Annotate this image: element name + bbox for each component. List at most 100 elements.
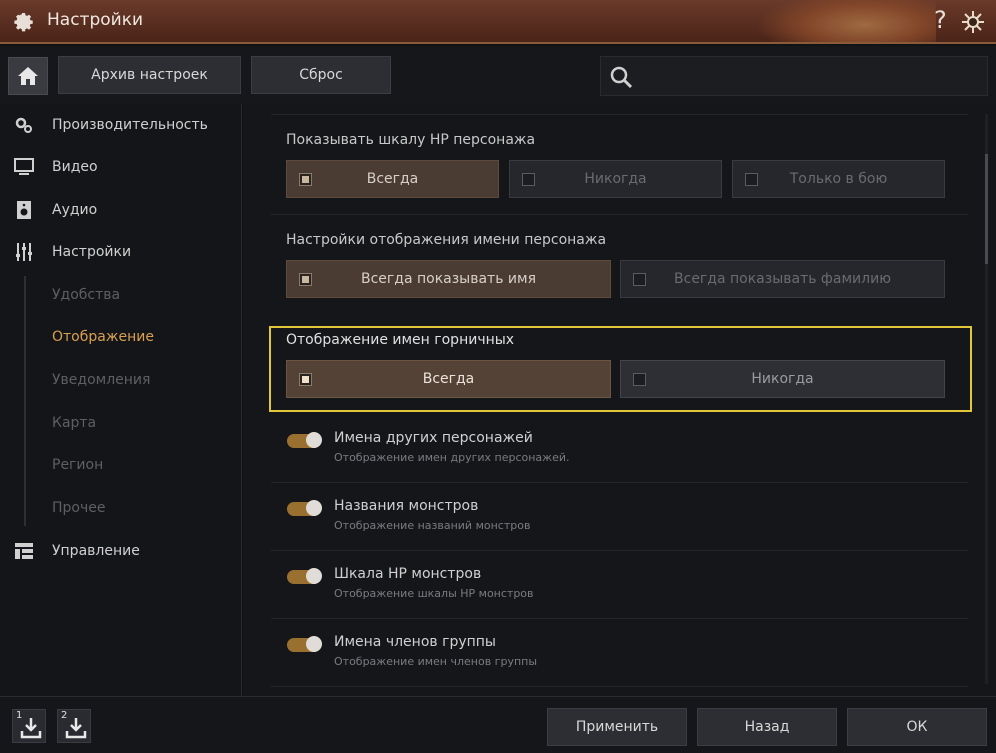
monitor-icon — [14, 158, 34, 175]
sidebar-item-label: Удобства — [52, 287, 121, 303]
toggle-label: Шкала HP монстров — [334, 566, 482, 582]
window-title: Настройки — [47, 10, 144, 30]
toggle-row-other-names: Имена других персонажей Отображение имен… — [287, 430, 967, 480]
help-icon[interactable]: ? — [934, 6, 947, 34]
toggle-knob — [306, 500, 322, 516]
sidebar: Производительность Видео Аудио Настройки… — [0, 104, 242, 696]
sidebar-item-notifications[interactable]: Уведомления — [0, 365, 241, 395]
toolbar: Архив настроек Сброс — [0, 46, 996, 104]
scrollbar-thumb[interactable] — [985, 154, 988, 264]
sidebar-item-label: Прочее — [52, 500, 106, 516]
toggle-description: Отображение названий монстров — [334, 519, 531, 532]
tree-line — [24, 276, 26, 526]
section-title-name-display: Настройки отображения имени персонажа — [286, 232, 607, 248]
sidebar-item-label: Видео — [52, 159, 98, 175]
sidebar-item-settings[interactable]: Настройки — [0, 237, 241, 267]
divider — [271, 482, 968, 483]
speaker-icon — [17, 201, 31, 219]
back-button[interactable]: Назад — [697, 708, 837, 746]
save-slot-2-button[interactable]: 2 — [57, 709, 91, 743]
layout-icon — [15, 543, 33, 559]
divider — [271, 686, 968, 687]
option-maid-never[interactable]: Никогда — [620, 360, 945, 398]
option-label: Всегда — [422, 371, 475, 387]
sliders-icon — [16, 243, 32, 261]
toggle-switch[interactable] — [287, 432, 322, 448]
toggle-switch[interactable] — [287, 568, 322, 584]
sidebar-item-label: Аудио — [52, 202, 98, 218]
toggle-knob — [306, 568, 322, 584]
checkbox — [299, 273, 312, 286]
settings-archive-button[interactable]: Архив настроек — [58, 56, 241, 94]
title-bar: Настройки ? — [0, 0, 996, 44]
home-button[interactable] — [8, 57, 48, 95]
footer: 1 2 Применить Назад ОК — [0, 696, 996, 753]
settings-panel: Показывать шкалу HP персонажа Всегда Ник… — [243, 104, 996, 696]
download-icon — [65, 718, 87, 739]
toggle-description: Отображение шкалы HP монстров — [334, 587, 534, 600]
option-hp-combat-only[interactable]: Только в бою — [732, 160, 945, 198]
toggle-description: Отображение имен членов группы — [334, 655, 538, 668]
download-icon — [20, 718, 42, 739]
toggle-row-party-names: Имена членов группы Отображение имен чле… — [287, 634, 967, 684]
search-icon — [610, 66, 633, 89]
checkbox — [745, 173, 758, 186]
sidebar-item-controls[interactable]: Управление — [0, 536, 241, 566]
option-label: Никогда — [584, 171, 647, 187]
option-show-family-name[interactable]: Всегда показывать фамилию — [620, 260, 945, 298]
checkbox — [633, 373, 646, 386]
sidebar-item-map[interactable]: Карта — [0, 408, 241, 438]
checkbox — [299, 373, 312, 386]
home-icon — [18, 67, 38, 85]
sidebar-item-convenience[interactable]: Удобства — [0, 280, 241, 310]
save-slot-1-button[interactable]: 1 — [12, 709, 46, 743]
sidebar-item-audio[interactable]: Аудио — [0, 195, 241, 225]
toggle-row-monster-names: Названия монстров Отображение названий м… — [287, 498, 967, 548]
ok-button[interactable]: ОК — [847, 708, 987, 746]
option-hp-always[interactable]: Всегда — [286, 160, 499, 198]
option-label: Всегда показывать фамилию — [674, 271, 891, 287]
sidebar-item-label: Регион — [52, 457, 104, 473]
title-decoration — [756, 0, 936, 42]
checkbox — [633, 273, 646, 286]
reset-button[interactable]: Сброс — [251, 56, 391, 94]
option-label: Только в бою — [789, 171, 888, 187]
sidebar-item-region[interactable]: Регион — [0, 450, 241, 480]
checkbox — [299, 173, 312, 186]
sidebar-item-label: Производительность — [52, 117, 208, 133]
sidebar-item-label: Уведомления — [52, 372, 151, 388]
toggle-label: Названия монстров — [334, 498, 479, 514]
gears-icon — [15, 117, 32, 133]
toggle-knob — [306, 636, 322, 652]
sidebar-item-label: Карта — [52, 415, 97, 431]
sidebar-item-performance[interactable]: Производительность — [0, 110, 241, 140]
toggle-label: Имена других персонажей — [334, 430, 533, 446]
apply-button[interactable]: Применить — [547, 708, 687, 746]
sidebar-item-label: Отображение — [52, 329, 154, 345]
gear-icon — [14, 13, 33, 32]
option-label: Всегда — [366, 171, 419, 187]
option-maid-always[interactable]: Всегда — [286, 360, 611, 398]
sidebar-item-video[interactable]: Видео — [0, 152, 241, 182]
close-icon[interactable] — [958, 8, 988, 36]
divider — [271, 114, 968, 115]
toggle-knob — [306, 432, 322, 448]
sidebar-item-display[interactable]: Отображение — [0, 322, 241, 352]
toggle-switch[interactable] — [287, 500, 322, 516]
sidebar-item-label: Управление — [52, 543, 140, 559]
toggle-row-monster-hp: Шкала HP монстров Отображение шкалы HP м… — [287, 566, 967, 616]
option-label: Никогда — [751, 371, 814, 387]
divider — [271, 550, 968, 551]
option-hp-never[interactable]: Никогда — [509, 160, 722, 198]
section-title-hp-bar: Показывать шкалу HP персонажа — [286, 132, 536, 148]
toggle-switch[interactable] — [287, 636, 322, 652]
option-label: Всегда показывать имя — [361, 271, 536, 287]
checkbox — [522, 173, 535, 186]
toggle-description: Отображение имен других персонажей. — [334, 451, 570, 464]
section-title-maid-names: Отображение имен горничных — [286, 332, 515, 348]
divider — [271, 618, 968, 619]
sidebar-item-other[interactable]: Прочее — [0, 493, 241, 523]
option-show-name[interactable]: Всегда показывать имя — [286, 260, 611, 298]
sidebar-item-label: Настройки — [52, 244, 132, 260]
search-input[interactable] — [600, 56, 988, 96]
